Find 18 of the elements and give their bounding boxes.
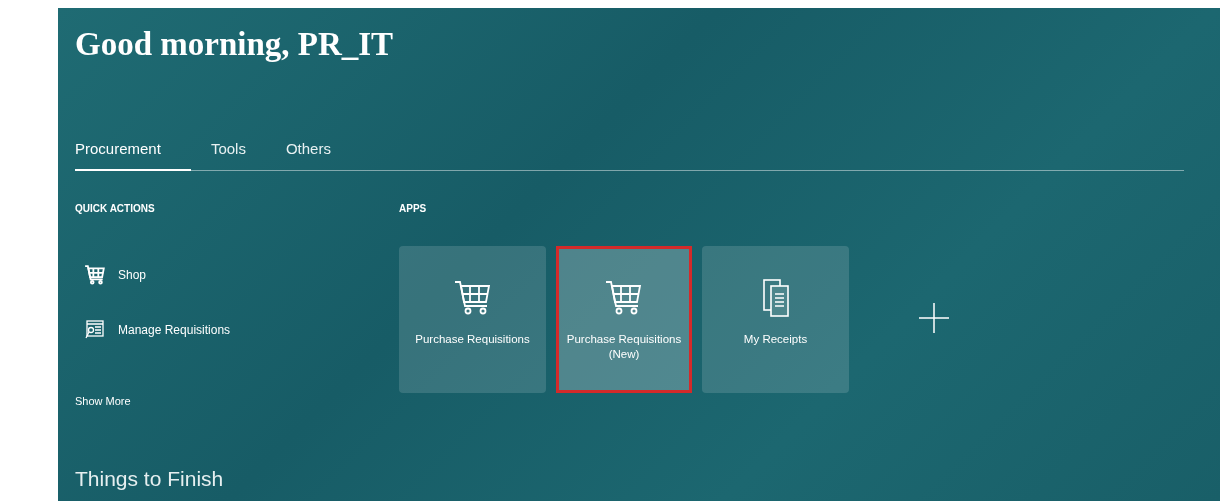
documents-icon <box>761 278 790 318</box>
tab[interactable]: Others <box>285 140 331 171</box>
quick-action-link[interactable]: Shop <box>84 264 399 286</box>
cart-icon <box>84 264 106 286</box>
plus-icon <box>919 303 949 333</box>
add-button[interactable] <box>919 303 949 336</box>
show-more-link[interactable]: Show More <box>75 395 131 407</box>
app-tile[interactable]: Purchase Requisitions <box>399 246 546 393</box>
tab[interactable]: Procurement <box>75 140 191 171</box>
section-title: Things to Finish <box>75 467 225 491</box>
tab[interactable]: Tools <box>210 140 246 171</box>
section-heading: QUICK ACTIONS <box>75 203 156 214</box>
document-search-icon <box>84 319 106 341</box>
app-tile[interactable]: Purchase Requisitions (New) <box>556 246 692 393</box>
section-heading: APPS <box>399 203 428 214</box>
quick-action-link[interactable]: Manage Requisitions <box>84 319 399 341</box>
greeting-title: Good morning, PR_IT <box>75 25 395 64</box>
app-tile[interactable]: My Receipts <box>702 246 849 393</box>
